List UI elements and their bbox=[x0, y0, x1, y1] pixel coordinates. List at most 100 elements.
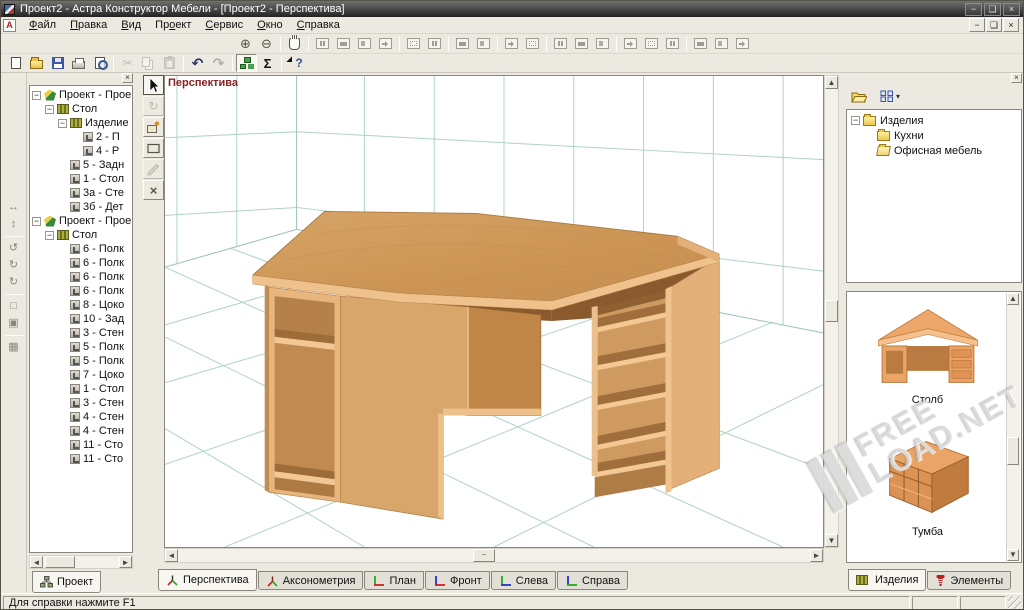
tab-project[interactable]: Проект bbox=[32, 571, 101, 593]
tree-leaf[interactable]: 6 - Полк bbox=[30, 284, 132, 298]
grid-icon-2[interactable] bbox=[711, 35, 732, 53]
scroll-right-icon[interactable]: ► bbox=[119, 556, 132, 568]
preview-scrollbar[interactable]: ▲ ▼ bbox=[1006, 293, 1020, 561]
scrollbar-thumb[interactable] bbox=[1007, 437, 1019, 465]
tree-leaf[interactable]: 4 - Стен bbox=[30, 424, 132, 438]
distribute-icon-4[interactable] bbox=[571, 35, 592, 53]
view-mode-button[interactable]: ▾ bbox=[873, 86, 907, 106]
size-icon-1[interactable] bbox=[620, 35, 641, 53]
expander-icon[interactable] bbox=[32, 91, 41, 100]
paste-icon[interactable] bbox=[159, 54, 180, 72]
library-tree-item[interactable]: Изделия bbox=[847, 113, 1021, 128]
select-frame-icon[interactable]: □ bbox=[4, 298, 24, 315]
tree-leaf[interactable]: 4 - Стен bbox=[30, 410, 132, 424]
tree-leaf[interactable]: 11 - Сто bbox=[30, 438, 132, 452]
tree-group[interactable]: Изделие bbox=[30, 116, 132, 130]
tab-axonometry[interactable]: Аксонометрия bbox=[258, 571, 364, 590]
close-button[interactable]: × bbox=[1003, 3, 1020, 16]
restore-button[interactable]: ❏ bbox=[984, 3, 1001, 16]
scroll-up-icon[interactable]: ▲ bbox=[1007, 293, 1019, 305]
tab-front[interactable]: Фронт bbox=[425, 571, 490, 590]
tab-left-view[interactable]: Слева bbox=[491, 571, 556, 590]
menu-window[interactable]: Окно bbox=[250, 18, 290, 32]
scroll-left-icon[interactable]: ◄ bbox=[165, 549, 178, 562]
rotate-180-icon[interactable]: ↻ bbox=[4, 274, 24, 291]
tab-plan[interactable]: План bbox=[364, 571, 424, 590]
rotate-ccw-icon[interactable]: ↺ bbox=[4, 240, 24, 257]
tree-project-1[interactable]: Проект - Прое bbox=[30, 88, 132, 102]
scroll-left-icon[interactable]: ◄ bbox=[30, 556, 43, 568]
mdi-minimize-button[interactable]: − bbox=[969, 18, 985, 32]
scroll-down-icon[interactable]: ▼ bbox=[825, 534, 838, 547]
distribute-icon-2[interactable] bbox=[522, 35, 543, 53]
tree-leaf[interactable]: 6 - Полк bbox=[30, 256, 132, 270]
select-filled-icon[interactable]: ▣ bbox=[4, 315, 24, 332]
distribute-icon-5[interactable] bbox=[592, 35, 613, 53]
pan-hand-icon[interactable] bbox=[284, 35, 305, 53]
preview-item[interactable]: Тумба bbox=[855, 430, 1000, 538]
menu-file[interactable]: Файл bbox=[22, 18, 63, 32]
tree-leaf[interactable]: 3 - Стен bbox=[30, 396, 132, 410]
menu-service[interactable]: Сервис bbox=[198, 18, 250, 32]
align-icon-1[interactable] bbox=[312, 35, 333, 53]
draw-tool[interactable] bbox=[143, 159, 164, 179]
zoom-out-icon[interactable]: ⊖ bbox=[256, 35, 277, 53]
context-help-icon[interactable]: ? bbox=[285, 54, 306, 72]
library-panel-close-icon[interactable]: × bbox=[1011, 73, 1022, 83]
mdi-child-icon[interactable]: A bbox=[3, 19, 16, 32]
library-tree-item[interactable]: Офисная мебель bbox=[847, 143, 1021, 158]
align-icon-2[interactable] bbox=[333, 35, 354, 53]
cut-icon[interactable]: ✂ bbox=[117, 54, 138, 72]
tree-leaf[interactable]: 3б - Дет bbox=[30, 200, 132, 214]
zoom-in-icon[interactable]: ⊕ bbox=[235, 35, 256, 53]
size-icon-3[interactable] bbox=[662, 35, 683, 53]
tree-leaf[interactable]: 4 - Р bbox=[30, 144, 132, 158]
tree-leaf[interactable]: 10 - Зад bbox=[30, 312, 132, 326]
tree-group[interactable]: Стол bbox=[30, 102, 132, 116]
align-icon-5[interactable] bbox=[403, 35, 424, 53]
save-icon[interactable] bbox=[47, 54, 68, 72]
new-document-icon[interactable] bbox=[5, 54, 26, 72]
align-icon-4[interactable] bbox=[375, 35, 396, 53]
stretch-object-icon[interactable]: ↕ bbox=[4, 216, 24, 233]
tab-products[interactable]: Изделия bbox=[848, 569, 926, 591]
select-tool[interactable] bbox=[143, 75, 164, 95]
redo-icon[interactable]: ↷ bbox=[208, 54, 229, 72]
open-library-button[interactable] bbox=[847, 86, 871, 106]
align-icon-6[interactable] bbox=[424, 35, 445, 53]
viewport-horizontal-scrollbar[interactable]: ◄ − ► bbox=[164, 548, 824, 563]
tree-leaf[interactable]: 6 - Полк bbox=[30, 270, 132, 284]
move-object-icon[interactable]: ↔ bbox=[4, 199, 24, 216]
scrollbar-thumb[interactable] bbox=[45, 556, 75, 568]
library-tree-item[interactable]: Кухни bbox=[847, 128, 1021, 143]
sum-icon[interactable]: Σ bbox=[257, 54, 278, 72]
preview-item[interactable]: Столб bbox=[855, 302, 1000, 406]
tree-leaf[interactable]: 5 - Полк bbox=[30, 340, 132, 354]
menu-project[interactable]: Проект bbox=[148, 18, 198, 32]
align-icon-7[interactable] bbox=[452, 35, 473, 53]
rotate-tool[interactable]: ↻ bbox=[143, 96, 164, 116]
copy-icon[interactable] bbox=[138, 54, 159, 72]
print-icon[interactable] bbox=[68, 54, 89, 72]
open-icon[interactable] bbox=[26, 54, 47, 72]
expander-icon[interactable] bbox=[45, 105, 54, 114]
scrollbar-thumb[interactable]: − bbox=[473, 549, 495, 562]
tab-elements[interactable]: Элементы bbox=[927, 571, 1011, 590]
scrollbar-thumb[interactable] bbox=[825, 300, 838, 322]
expander-icon[interactable] bbox=[32, 217, 41, 226]
scroll-up-icon[interactable]: ▲ bbox=[825, 76, 838, 89]
scroll-down-icon[interactable]: ▼ bbox=[1007, 549, 1019, 561]
tree-leaf[interactable]: 7 - Цоко bbox=[30, 368, 132, 382]
tree-leaf[interactable]: 6 - Полк bbox=[30, 242, 132, 256]
expander-icon[interactable] bbox=[851, 116, 860, 125]
tree-leaf[interactable]: 3 - Стен bbox=[30, 326, 132, 340]
tab-right-view[interactable]: Справа bbox=[557, 571, 628, 590]
tab-perspective[interactable]: Перспектива bbox=[158, 569, 257, 591]
mdi-restore-button[interactable]: ❏ bbox=[986, 18, 1002, 32]
grid-icon-1[interactable] bbox=[690, 35, 711, 53]
scroll-right-icon[interactable]: ► bbox=[810, 549, 823, 562]
tree-leaf[interactable]: 3а - Сте bbox=[30, 186, 132, 200]
properties-icon[interactable]: ▦ bbox=[4, 339, 24, 356]
rotate-cw-icon[interactable]: ↻ bbox=[4, 257, 24, 274]
expander-icon[interactable] bbox=[45, 231, 54, 240]
